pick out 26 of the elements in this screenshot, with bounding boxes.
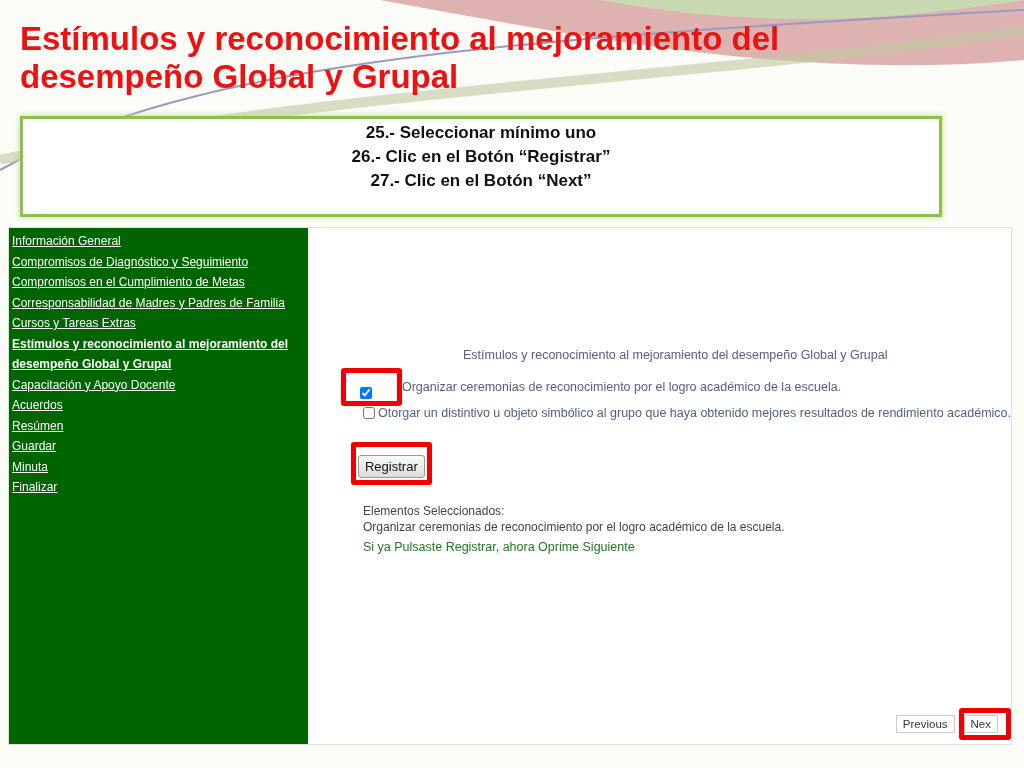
sidebar-link[interactable]: Cursos y Tareas Extras [12, 313, 136, 334]
form-heading: Estímulos y reconocimiento al mejoramiento del desempeño Global y Grupal [462, 348, 889, 362]
selected-item-text: Organizar ceremonias de reconocimiento por el logro académico de la escuela. [363, 519, 786, 535]
sidebar-link[interactable]: Corresponsabilidad de Madres y Padres de Familia [12, 292, 285, 313]
checkbox[interactable] [360, 387, 372, 399]
checkbox[interactable] [363, 407, 375, 419]
sidebar-link[interactable]: Estímulos y reconocimiento al mejoramiento del desempeño Global y Grupal [12, 333, 308, 375]
sidebar-link[interactable]: Guardar [12, 436, 57, 457]
nav-button[interactable]: Previous [895, 715, 955, 733]
sidebar-link[interactable]: Capacitación y Apoyo Docente [12, 374, 176, 395]
hint-text: Si ya Pulsaste Registrar, ahora Oprime Siguiente [363, 540, 636, 554]
sidebar-link[interactable]: Finalizar [12, 477, 58, 498]
nav-button[interactable]: Nex [963, 715, 998, 733]
option-label: Otorgar un distintivo u objeto simbólico al grupo que haya obtenido mejores resultados de rendimiento académico. [378, 406, 1011, 420]
sidebar-link[interactable]: Resúmen [12, 415, 64, 436]
instruction-text: 26.- Clic en el Botón “Registrar” [350, 146, 612, 168]
option-label: Organizar ceremonias de reconocimiento por el logro académico de la escuela. [402, 380, 842, 394]
sidebar-link[interactable]: Compromisos en el Cumplimiento de Metas [12, 272, 245, 293]
instruction-text: 25.- Seleccionar mínimo uno [364, 122, 598, 144]
sidebar-link[interactable]: Compromisos de Diagnóstico y Seguimiento [12, 251, 249, 272]
selected-heading: Elementos Seleccionados: [363, 503, 506, 519]
instruction-text: 27.- Clic en el Botón “Next” [369, 170, 593, 192]
register-button[interactable]: Registrar [358, 455, 425, 478]
sidebar-link[interactable]: Información General [12, 231, 121, 252]
sidebar-link[interactable]: Acuerdos [12, 395, 63, 416]
sidebar-link[interactable]: Minuta [12, 456, 49, 477]
